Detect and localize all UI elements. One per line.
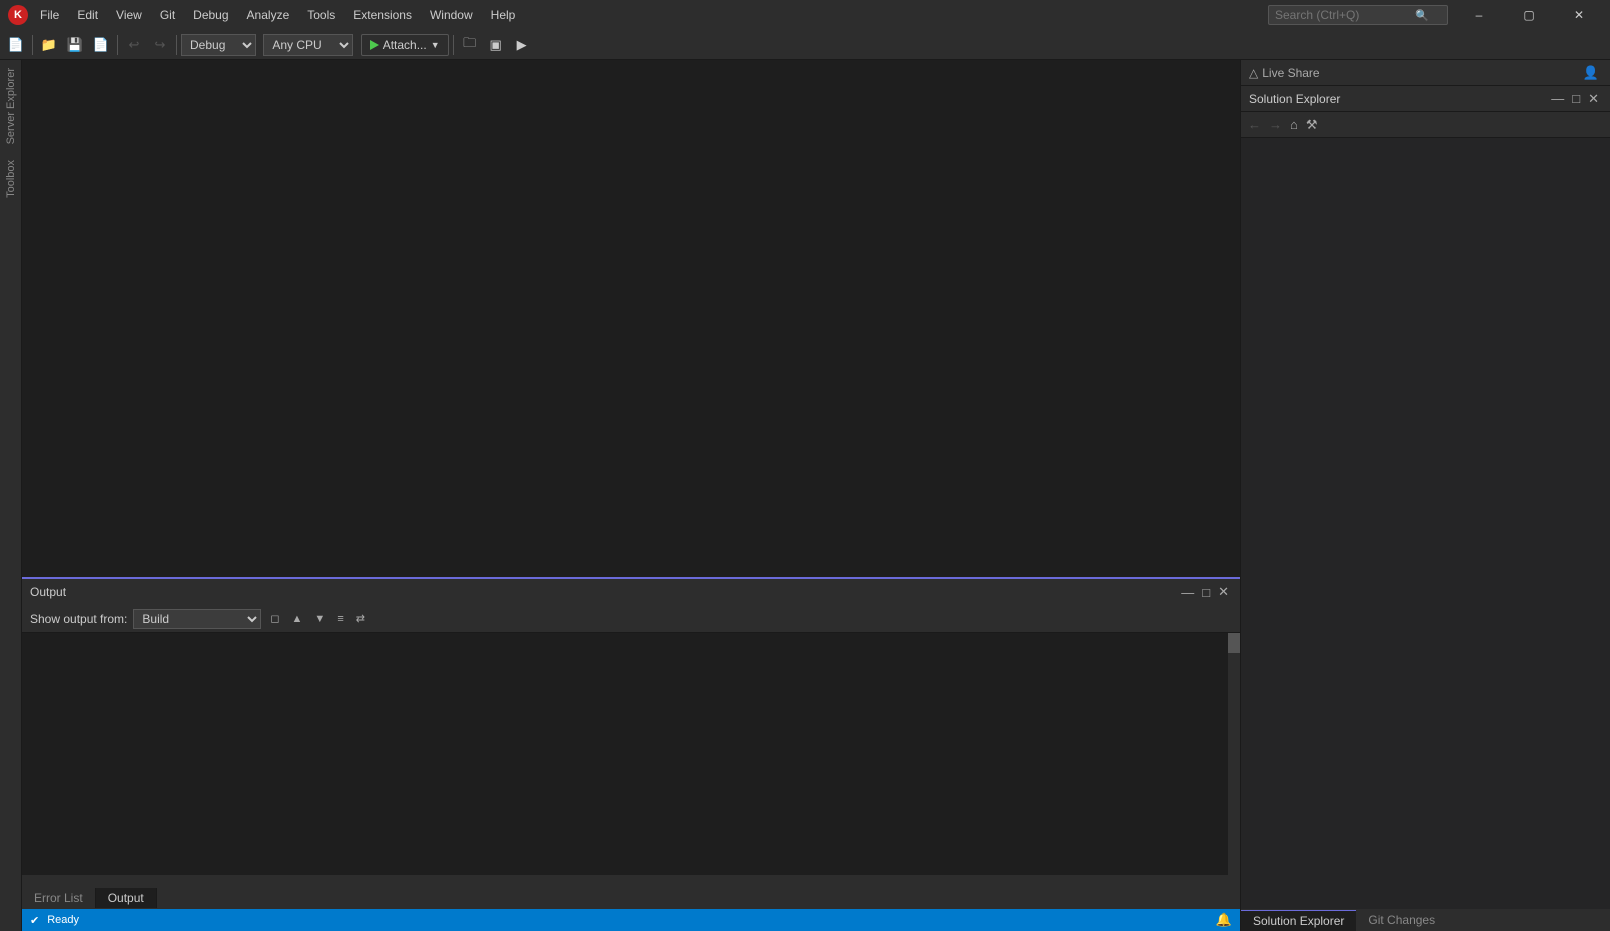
output-wordwrap-button[interactable]: ≡: [334, 611, 346, 627]
toolbar-sep-4: [453, 35, 454, 55]
status-notifications: 🔔: [1216, 912, 1232, 928]
se-tab-git-changes[interactable]: Git Changes: [1356, 910, 1447, 930]
status-bar: ✔ Ready 🔔: [22, 909, 1240, 931]
menu-git[interactable]: Git: [152, 5, 183, 25]
undo-button[interactable]: ↩: [122, 33, 146, 57]
open-file-button[interactable]: 📁: [37, 33, 61, 57]
se-home-button[interactable]: ⌂: [1287, 115, 1301, 134]
play-icon: [370, 40, 379, 50]
toolbar: 📄 📁 💾 📄 ↩ ↪ Debug Release Any CPU Attach…: [0, 30, 1610, 60]
editor-area: Output — □ ✕ Show output from: Build Deb…: [22, 60, 1240, 931]
tab-output[interactable]: Output: [96, 888, 157, 908]
output-source-dropdown[interactable]: Build Debug Git Package Manager: [133, 609, 261, 629]
bottom-tabs: Error List Output: [22, 887, 1240, 909]
main-area: Server Explorer Toolbox Output — □ ✕ Sho…: [0, 60, 1610, 931]
server-explorer-tab[interactable]: Server Explorer: [0, 60, 21, 152]
menu-extensions[interactable]: Extensions: [345, 5, 420, 25]
output-scroll-down-button[interactable]: ▼: [311, 611, 328, 627]
menu-tools[interactable]: Tools: [299, 5, 343, 25]
live-share-button[interactable]: △ Live Share: [1249, 66, 1320, 80]
maximize-button[interactable]: ▢: [1506, 0, 1552, 30]
output-title: Output: [30, 585, 66, 599]
toolbar-sep-3: [176, 35, 177, 55]
se-back-button[interactable]: ←: [1245, 115, 1264, 134]
se-controls: — □ ✕: [1548, 89, 1602, 109]
toolbar-sep-2: [117, 35, 118, 55]
output-scrollbar-thumb[interactable]: [1228, 633, 1240, 653]
left-sidebar: Server Explorer Toolbox: [0, 60, 22, 931]
se-forward-button[interactable]: →: [1266, 115, 1285, 134]
debug-config-dropdown[interactable]: Debug Release: [181, 34, 256, 56]
output-title-bar: Output — □ ✕: [22, 579, 1240, 605]
menu-help[interactable]: Help: [483, 5, 524, 25]
redo-button[interactable]: ↪: [148, 33, 172, 57]
se-content: [1241, 138, 1610, 909]
se-pin-button[interactable]: —: [1548, 89, 1567, 108]
se-title: Solution Explorer: [1249, 92, 1544, 106]
app-logo: K: [8, 5, 28, 25]
output-clear-button[interactable]: ◻: [267, 610, 282, 627]
editor-content[interactable]: [22, 60, 1240, 577]
save-all-button[interactable]: 📄: [89, 33, 113, 57]
output-source-label: Show output from:: [30, 612, 127, 626]
window-controls: – ▢ ✕: [1456, 0, 1602, 30]
menu-window[interactable]: Window: [422, 5, 481, 25]
menu-debug[interactable]: Debug: [185, 5, 236, 25]
solution-explorer: △ Live Share 👤 Solution Explorer — □ ✕ ←…: [1240, 60, 1610, 931]
live-share-person-icon[interactable]: 👤: [1580, 63, 1602, 83]
se-settings-button[interactable]: ⚒: [1303, 115, 1321, 135]
toolbox-tab[interactable]: Toolbox: [0, 152, 21, 206]
new-project-button[interactable]: 📄: [4, 33, 28, 57]
panel-close-button[interactable]: ✕: [1215, 582, 1232, 602]
output-content[interactable]: [22, 633, 1240, 887]
search-icon: 🔍: [1415, 9, 1429, 22]
platform-dropdown[interactable]: Any CPU: [263, 34, 353, 56]
output-scroll-up-button[interactable]: ▲: [289, 611, 306, 627]
panel-pin-button[interactable]: —: [1178, 583, 1197, 602]
se-tab-solution-explorer[interactable]: Solution Explorer: [1241, 910, 1356, 931]
diagnostics-button[interactable]: ▶: [510, 33, 534, 57]
live-share-icon: △: [1249, 66, 1258, 80]
search-box[interactable]: 🔍: [1268, 5, 1448, 25]
live-share-bar: △ Live Share 👤: [1241, 60, 1610, 86]
attach-button[interactable]: Attach... ▼: [361, 34, 449, 56]
live-share-label: Live Share: [1262, 66, 1319, 80]
search-input[interactable]: [1275, 8, 1415, 22]
output-hscrollbar[interactable]: [22, 875, 1228, 887]
toolbar-sep-1: [32, 35, 33, 55]
menu-edit[interactable]: Edit: [69, 5, 106, 25]
output-scrollbar[interactable]: [1228, 633, 1240, 887]
output-settings-button[interactable]: ⇄: [353, 610, 368, 627]
minimize-button[interactable]: –: [1456, 0, 1502, 30]
se-close-button[interactable]: ✕: [1585, 89, 1602, 109]
attach-dropdown-icon: ▼: [431, 40, 440, 50]
menu-bar: File Edit View Git Debug Analyze Tools E…: [32, 5, 1260, 25]
menu-analyze[interactable]: Analyze: [239, 5, 298, 25]
status-check-icon: ✔: [30, 914, 39, 927]
attach-label: Attach...: [383, 38, 427, 52]
save-button[interactable]: 💾: [63, 33, 87, 57]
panel-float-button[interactable]: □: [1199, 583, 1213, 602]
output-panel: Output — □ ✕ Show output from: Build Deb…: [22, 577, 1240, 887]
panel-controls: — □ ✕: [1178, 582, 1232, 602]
title-bar: K File Edit View Git Debug Analyze Tools…: [0, 0, 1610, 30]
tab-error-list[interactable]: Error List: [22, 888, 96, 908]
menu-view[interactable]: View: [108, 5, 150, 25]
se-float-button[interactable]: □: [1569, 89, 1583, 108]
output-toolbar: Show output from: Build Debug Git Packag…: [22, 605, 1240, 633]
open-folder-button[interactable]: 🗀: [458, 33, 482, 57]
se-bottom-tabs: Solution Explorer Git Changes: [1241, 909, 1610, 931]
close-button[interactable]: ✕: [1556, 0, 1602, 30]
se-title-bar: Solution Explorer — □ ✕: [1241, 86, 1610, 112]
status-ready-label: Ready: [47, 914, 79, 926]
breakpoint-button[interactable]: ▣: [484, 33, 508, 57]
se-toolbar: ← → ⌂ ⚒: [1241, 112, 1610, 138]
menu-file[interactable]: File: [32, 5, 67, 25]
